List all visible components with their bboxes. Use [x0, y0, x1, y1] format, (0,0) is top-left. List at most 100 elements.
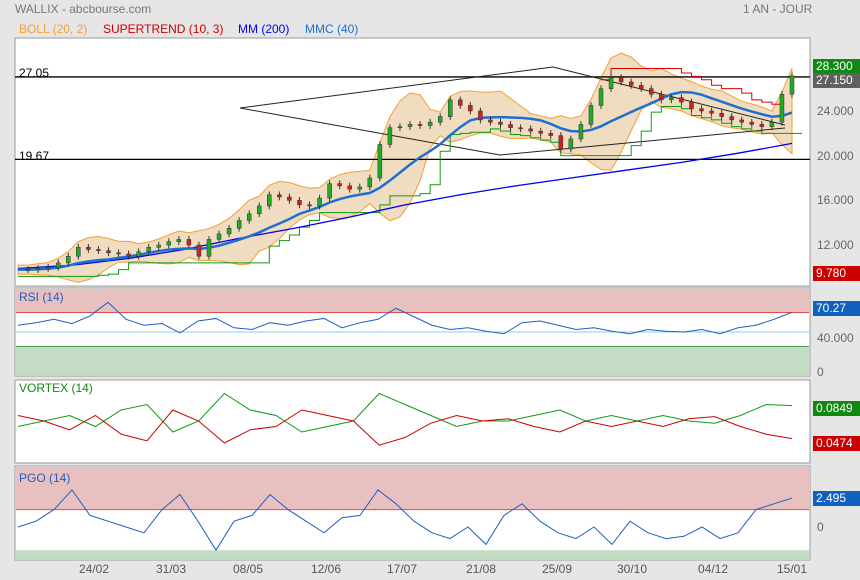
- candle: [136, 251, 141, 257]
- candle: [518, 127, 523, 130]
- rsi-oversold-zone: [16, 346, 809, 375]
- candle: [216, 233, 222, 240]
- chart-canvas: [14, 37, 811, 561]
- candle: [367, 177, 373, 188]
- pgo-tick: 0: [817, 520, 824, 534]
- vortex-minus-badge: 0.0474: [813, 436, 860, 451]
- candle: [729, 116, 734, 121]
- low-badge: 9.780: [813, 266, 860, 281]
- candle: [106, 250, 111, 254]
- candle: [458, 99, 463, 106]
- high-badge: 28.300: [813, 59, 860, 74]
- pgo-title: PGO (14): [19, 471, 71, 485]
- candle: [267, 194, 272, 207]
- candle: [55, 262, 61, 268]
- x-tick-label: 21/08: [465, 562, 497, 576]
- candle: [387, 127, 393, 145]
- candle: [709, 110, 714, 114]
- candle: [45, 267, 51, 269]
- x-tick-label: 08/05: [232, 562, 264, 576]
- candle: [608, 77, 614, 89]
- candle: [468, 105, 473, 112]
- candle: [297, 200, 302, 206]
- candle: [628, 81, 634, 86]
- hline-label-high: 27.05: [19, 66, 50, 80]
- candle: [166, 241, 172, 246]
- candle: [66, 255, 71, 264]
- pgo-upper-zone: [16, 467, 809, 510]
- candle: [719, 112, 724, 117]
- x-tick-label: 12/06: [310, 562, 342, 576]
- chart-window: WALLIX - abcbourse.com 1 AN - JOUR BOLL …: [0, 0, 860, 580]
- y-tick: 16.000: [817, 193, 854, 207]
- candle: [156, 244, 161, 248]
- candle: [447, 99, 453, 117]
- candle: [659, 93, 664, 101]
- candle: [739, 119, 744, 123]
- candle: [417, 124, 423, 126]
- y-tick: 12.000: [817, 238, 854, 252]
- candle: [357, 186, 363, 190]
- rsi-badge: 70.27: [813, 301, 860, 316]
- y-tick: 20.000: [817, 149, 854, 163]
- candle: [769, 121, 775, 127]
- x-tick-label: 31/03: [155, 562, 187, 576]
- x-tick-label: 30/10: [616, 562, 648, 576]
- candle: [86, 247, 91, 250]
- candle: [256, 205, 262, 215]
- candle: [689, 101, 694, 110]
- candle: [327, 183, 332, 199]
- candle: [236, 220, 242, 229]
- candle: [116, 252, 121, 255]
- candle: [146, 247, 151, 252]
- candle: [699, 108, 704, 112]
- candle: [347, 185, 352, 190]
- x-tick-label: 15/01: [776, 562, 808, 576]
- candle: [548, 133, 554, 136]
- candle: [669, 97, 674, 101]
- candle: [538, 130, 543, 134]
- candle: [508, 124, 513, 129]
- rsi-tick: 40.000: [817, 331, 854, 345]
- x-tick-label: 25/09: [541, 562, 573, 576]
- candle: [287, 196, 292, 201]
- candle: [759, 124, 765, 127]
- x-tick-label: 24/02: [78, 562, 110, 576]
- vortex-title: VORTEX (14): [19, 381, 93, 395]
- x-tick-label: 04/12: [697, 562, 729, 576]
- candle: [427, 121, 433, 126]
- candle: [618, 77, 624, 83]
- y-tick: 24.000: [817, 104, 854, 118]
- vortex-plus-badge: 0.0849: [813, 401, 860, 416]
- candle: [638, 85, 644, 89]
- candle: [498, 121, 503, 125]
- rsi-overbought-zone: [16, 289, 809, 313]
- candle: [317, 197, 322, 207]
- hline-label-low: 19.67: [19, 149, 50, 163]
- candle: [789, 75, 795, 95]
- candle: [588, 105, 594, 125]
- candle: [126, 253, 131, 257]
- x-tick-label: 17/07: [386, 562, 418, 576]
- candle: [437, 116, 443, 123]
- candle: [307, 204, 312, 207]
- candle: [598, 88, 604, 106]
- candle: [35, 268, 41, 270]
- candle: [377, 144, 383, 179]
- candle: [558, 135, 564, 150]
- pgo-badge: 2.495: [813, 491, 860, 506]
- candle: [226, 228, 232, 235]
- rsi-tick: 0: [817, 365, 824, 379]
- candle: [186, 239, 192, 246]
- candle: [337, 183, 342, 187]
- candle: [206, 239, 212, 257]
- rsi-title: RSI (14): [19, 290, 64, 304]
- candle: [407, 124, 413, 127]
- candle: [679, 97, 684, 103]
- candle: [25, 269, 31, 271]
- candle: [176, 239, 182, 242]
- candle: [649, 88, 654, 95]
- candle: [246, 213, 252, 221]
- candle: [196, 244, 202, 257]
- candle: [528, 128, 533, 132]
